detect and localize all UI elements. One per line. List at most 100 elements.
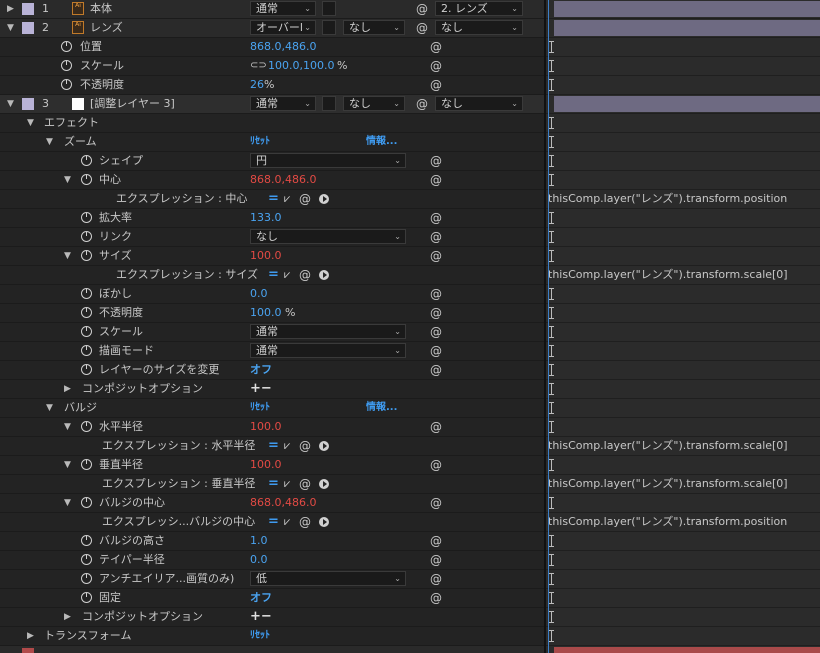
keyframe-marker[interactable] — [549, 212, 554, 224]
layer-duration-bar[interactable] — [554, 647, 820, 653]
pickwhip-icon[interactable]: @ — [430, 323, 442, 341]
keyframe-marker[interactable] — [549, 345, 554, 357]
pickwhip-icon[interactable]: @ — [416, 95, 428, 113]
graph-icon[interactable]: ⩗ — [284, 266, 290, 284]
effects-group[interactable]: ▼ エフェクト — [0, 114, 546, 133]
preserve-transparency-box[interactable] — [322, 1, 336, 16]
stopwatch-icon[interactable] — [61, 41, 72, 52]
pickwhip-icon[interactable]: @ — [430, 418, 442, 436]
expand-arrow-icon[interactable]: ▼ — [64, 456, 71, 474]
track-matte-dropdown[interactable]: なし ⌄ — [343, 96, 405, 111]
enable-expression-icon[interactable]: = — [268, 475, 279, 493]
property-value[interactable]: 1.0 — [250, 532, 268, 550]
stopwatch-icon[interactable] — [81, 326, 92, 337]
expression-text[interactable]: thisComp.layer("レンズ").transform.scale[0] — [548, 475, 788, 493]
property-value[interactable]: 868.0,486.0 — [250, 171, 316, 189]
property-value[interactable]: 868.0,486.0 — [250, 494, 316, 512]
keyframe-marker[interactable] — [549, 592, 554, 604]
property-value[interactable]: 0.0 — [250, 285, 268, 303]
parent-dropdown[interactable]: なし ⌄ — [435, 20, 523, 35]
keyframe-marker[interactable] — [549, 174, 554, 186]
keyframe-marker[interactable] — [549, 364, 554, 376]
layer-duration-bar[interactable] — [554, 96, 820, 112]
shape-dropdown[interactable]: 円 ⌄ — [250, 153, 406, 168]
pickwhip-icon[interactable]: @ — [430, 285, 442, 303]
stopwatch-icon[interactable] — [81, 174, 92, 185]
layer-name[interactable]: レンズ — [90, 19, 123, 37]
property-value[interactable]: オフ — [250, 589, 272, 607]
expand-arrow-icon[interactable]: ▼ — [7, 95, 14, 113]
collapse-arrow-icon[interactable]: ▶ — [64, 380, 71, 398]
pickwhip-icon[interactable]: @ — [430, 247, 442, 265]
pickwhip-icon[interactable]: @ — [299, 513, 311, 531]
stopwatch-icon[interactable] — [81, 212, 92, 223]
pickwhip-icon[interactable]: @ — [430, 171, 442, 189]
layer-row-3[interactable]: ▼ 3 [調整レイヤー 3] 通常 ⌄ なし ⌄ @ なし ⌄ — [0, 95, 546, 114]
collapse-arrow-icon[interactable]: ▶ — [27, 627, 34, 645]
stopwatch-icon[interactable] — [81, 459, 92, 470]
property-value[interactable]: 100.0,100.0 — [268, 57, 334, 75]
timeline-panel[interactable]: thisComp.layer("レンズ").transform.position… — [546, 0, 820, 653]
pickwhip-icon[interactable]: @ — [430, 532, 442, 550]
transform-group[interactable]: ▶ トランスフォーム ﾘｾｯﾄ — [0, 627, 546, 646]
keyframe-marker[interactable] — [549, 288, 554, 300]
pickwhip-icon[interactable]: @ — [430, 76, 442, 94]
keyframe-marker[interactable] — [549, 326, 554, 338]
stopwatch-icon[interactable] — [81, 421, 92, 432]
parent-dropdown[interactable]: 2. レンズ ⌄ — [435, 1, 523, 16]
layer-row-next[interactable] — [0, 646, 546, 653]
stopwatch-icon[interactable] — [81, 250, 92, 261]
preserve-transparency-box[interactable] — [322, 20, 336, 35]
effect-zoom[interactable]: ▼ ズーム ﾘｾｯﾄ 情報... — [0, 133, 546, 152]
graph-icon[interactable]: ⩗ — [284, 475, 290, 493]
composite-options[interactable]: ▶ コンポジットオプション +− — [0, 380, 546, 399]
stopwatch-icon[interactable] — [81, 497, 92, 508]
stopwatch-icon[interactable] — [81, 231, 92, 242]
reset-link[interactable]: ﾘｾｯﾄ — [250, 399, 270, 417]
stopwatch-icon[interactable] — [81, 573, 92, 584]
stopwatch-icon[interactable] — [81, 155, 92, 166]
graph-icon[interactable]: ⩗ — [284, 513, 290, 531]
pickwhip-icon[interactable]: @ — [430, 304, 442, 322]
pickwhip-icon[interactable]: @ — [430, 494, 442, 512]
expression-text[interactable]: thisComp.layer("レンズ").transform.scale[0] — [548, 266, 788, 284]
pickwhip-icon[interactable]: @ — [430, 589, 442, 607]
layer-duration-bar[interactable] — [554, 1, 820, 17]
antialiasing-dropdown[interactable]: 低 ⌄ — [250, 571, 406, 586]
effect-bulge[interactable]: ▼ バルジ ﾘｾｯﾄ 情報... — [0, 399, 546, 418]
scale-dropdown[interactable]: 通常 ⌄ — [250, 324, 406, 339]
graph-icon[interactable]: ⩗ — [284, 437, 290, 455]
expression-menu-icon[interactable] — [319, 517, 329, 527]
keyframe-marker[interactable] — [549, 459, 554, 471]
expression-text[interactable]: thisComp.layer("レンズ").transform.scale[0] — [548, 437, 788, 455]
label-color-swatch[interactable] — [22, 648, 34, 653]
collapse-arrow-icon[interactable]: ▶ — [64, 608, 71, 626]
pickwhip-icon[interactable]: @ — [430, 361, 442, 379]
label-color-swatch[interactable] — [22, 3, 34, 15]
collapse-arrow-icon[interactable]: ▶ — [7, 0, 14, 18]
enable-expression-icon[interactable]: = — [268, 513, 279, 531]
expression-menu-icon[interactable] — [319, 479, 329, 489]
keyframe-marker[interactable] — [549, 611, 554, 623]
info-link[interactable]: 情報... — [366, 133, 397, 151]
property-value[interactable]: 868.0,486.0 — [250, 38, 316, 56]
keyframe-marker[interactable] — [549, 402, 554, 414]
pickwhip-icon[interactable]: @ — [299, 190, 311, 208]
keyframe-marker[interactable] — [549, 250, 554, 262]
property-value[interactable]: 100.0 — [250, 304, 282, 322]
blend-mode-dropdown[interactable]: オーバーl ⌄ — [250, 20, 316, 35]
stopwatch-icon[interactable] — [81, 307, 92, 318]
add-remove-icon[interactable]: +− — [250, 380, 272, 398]
stopwatch-icon[interactable] — [81, 345, 92, 356]
label-color-swatch[interactable] — [22, 22, 34, 34]
expression-text[interactable]: thisComp.layer("レンズ").transform.position — [548, 190, 787, 208]
enable-expression-icon[interactable]: = — [268, 190, 279, 208]
expression-menu-icon[interactable] — [319, 194, 329, 204]
pickwhip-icon[interactable]: @ — [430, 570, 442, 588]
keyframe-marker[interactable] — [549, 60, 554, 72]
layer-name[interactable]: 本体 — [90, 0, 112, 18]
property-value[interactable]: オフ — [250, 361, 272, 379]
property-value[interactable]: 0.0 — [250, 551, 268, 569]
info-link[interactable]: 情報... — [366, 399, 397, 417]
keyframe-marker[interactable] — [549, 307, 554, 319]
